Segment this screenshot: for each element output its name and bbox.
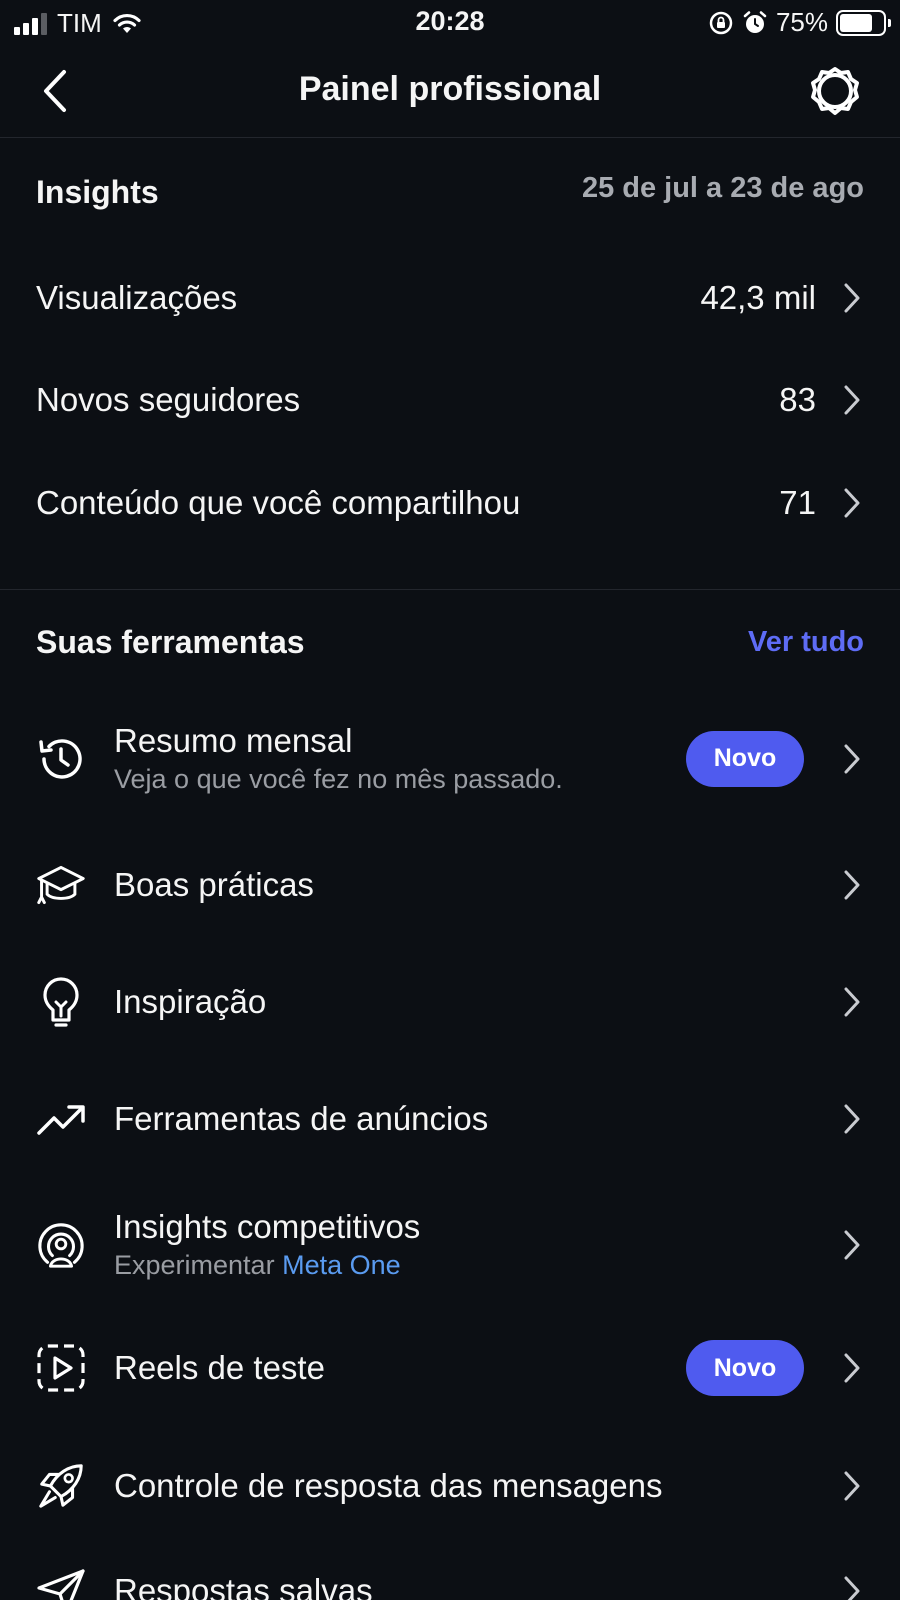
tool-title: Boas práticas bbox=[114, 866, 314, 903]
metric-row-views[interactable]: Visualizações 42,3 mil bbox=[36, 263, 864, 333]
tool-title: Reels de teste bbox=[114, 1349, 325, 1386]
status-right: 75% bbox=[708, 7, 891, 38]
settings-button[interactable] bbox=[808, 64, 862, 118]
metric-label: Visualizações bbox=[36, 279, 238, 316]
send-icon bbox=[36, 1566, 86, 1600]
chevron-right-icon bbox=[840, 1471, 864, 1501]
history-icon bbox=[36, 734, 86, 784]
tool-item-best-practices[interactable]: Boas práticas bbox=[36, 860, 864, 910]
battery-icon bbox=[836, 9, 891, 36]
radar-person-icon bbox=[36, 1220, 86, 1270]
tool-item-inspiration[interactable]: Inspiração bbox=[36, 977, 864, 1027]
metric-row-content-shared[interactable]: Conteúdo que você compartilhou 71 bbox=[36, 468, 864, 538]
tool-subtitle: Experimentar Meta One bbox=[114, 1250, 840, 1281]
metric-row-new-followers[interactable]: Novos seguidores 83 bbox=[36, 365, 864, 435]
status-bar: TIM 20:28 75% bbox=[0, 0, 900, 46]
tools-header: Suas ferramentas Ver tudo bbox=[36, 620, 864, 670]
battery-percent: 75% bbox=[775, 7, 828, 37]
graduation-cap-icon bbox=[36, 860, 86, 910]
alarm-icon bbox=[743, 10, 767, 33]
new-badge: Novo bbox=[686, 730, 804, 787]
metric-label: Novos seguidores bbox=[36, 381, 301, 418]
chevron-right-icon bbox=[840, 1576, 864, 1600]
metric-value: 42,3 mil bbox=[700, 279, 816, 316]
header: Painel profissional bbox=[0, 46, 900, 138]
chevron-right-icon bbox=[840, 283, 864, 313]
tool-title: Ferramentas de anúncios bbox=[114, 1100, 489, 1137]
tool-item-monthly-summary[interactable]: Resumo mensal Veja o que você fez no mês… bbox=[36, 722, 864, 795]
chevron-right-icon bbox=[840, 870, 864, 900]
reels-test-icon bbox=[36, 1343, 86, 1393]
tool-title: Controle de resposta das mensagens bbox=[114, 1467, 663, 1504]
chevron-right-icon bbox=[840, 1230, 864, 1260]
tools-title: Suas ferramentas bbox=[36, 624, 305, 660]
gear-icon bbox=[811, 67, 859, 115]
tool-title: Respostas salvas bbox=[114, 1572, 373, 1600]
chevron-right-icon bbox=[840, 1104, 864, 1134]
see-all-link[interactable]: Ver tudo bbox=[748, 626, 864, 659]
tool-item-competitive-insights[interactable]: Insights competitivos Experimentar Meta … bbox=[36, 1208, 864, 1281]
tool-title: Inspiração bbox=[114, 983, 267, 1020]
tool-title: Resumo mensal bbox=[114, 722, 353, 759]
chevron-right-icon bbox=[840, 744, 864, 774]
date-range[interactable]: 25 de jul a 23 de ago bbox=[582, 172, 864, 205]
chevron-right-icon bbox=[840, 488, 864, 518]
tool-subtitle: Veja o que você fez no mês passado. bbox=[114, 764, 563, 794]
chevron-right-icon bbox=[840, 1353, 864, 1383]
metric-value: 83 bbox=[779, 381, 816, 418]
rocket-icon bbox=[36, 1461, 86, 1511]
tool-item-saved-replies[interactable]: Respostas salvas bbox=[36, 1566, 864, 1600]
meta-one-link[interactable]: Meta One bbox=[282, 1250, 401, 1280]
chevron-right-icon bbox=[840, 385, 864, 415]
tool-item-message-response-control[interactable]: Controle de resposta das mensagens bbox=[36, 1461, 864, 1511]
metric-label: Conteúdo que você compartilhou bbox=[36, 484, 521, 521]
chevron-right-icon bbox=[840, 987, 864, 1017]
rotation-lock-icon bbox=[709, 11, 733, 34]
page-title: Painel profissional bbox=[298, 70, 602, 108]
insights-title: Insights bbox=[36, 174, 159, 210]
lightbulb-icon bbox=[36, 977, 86, 1027]
tool-subtitle-prefix: Experimentar bbox=[114, 1250, 275, 1280]
section-divider bbox=[0, 589, 900, 590]
tool-title: Insights competitivos bbox=[114, 1208, 421, 1245]
trending-up-icon bbox=[36, 1094, 86, 1144]
metric-value: 71 bbox=[779, 484, 816, 521]
tool-item-trial-reels[interactable]: Reels de teste Novo bbox=[36, 1340, 864, 1396]
tool-item-ad-tools[interactable]: Ferramentas de anúncios bbox=[36, 1094, 864, 1144]
insights-header: Insights 25 de jul a 23 de ago bbox=[36, 170, 864, 220]
new-badge: Novo bbox=[686, 1340, 804, 1396]
